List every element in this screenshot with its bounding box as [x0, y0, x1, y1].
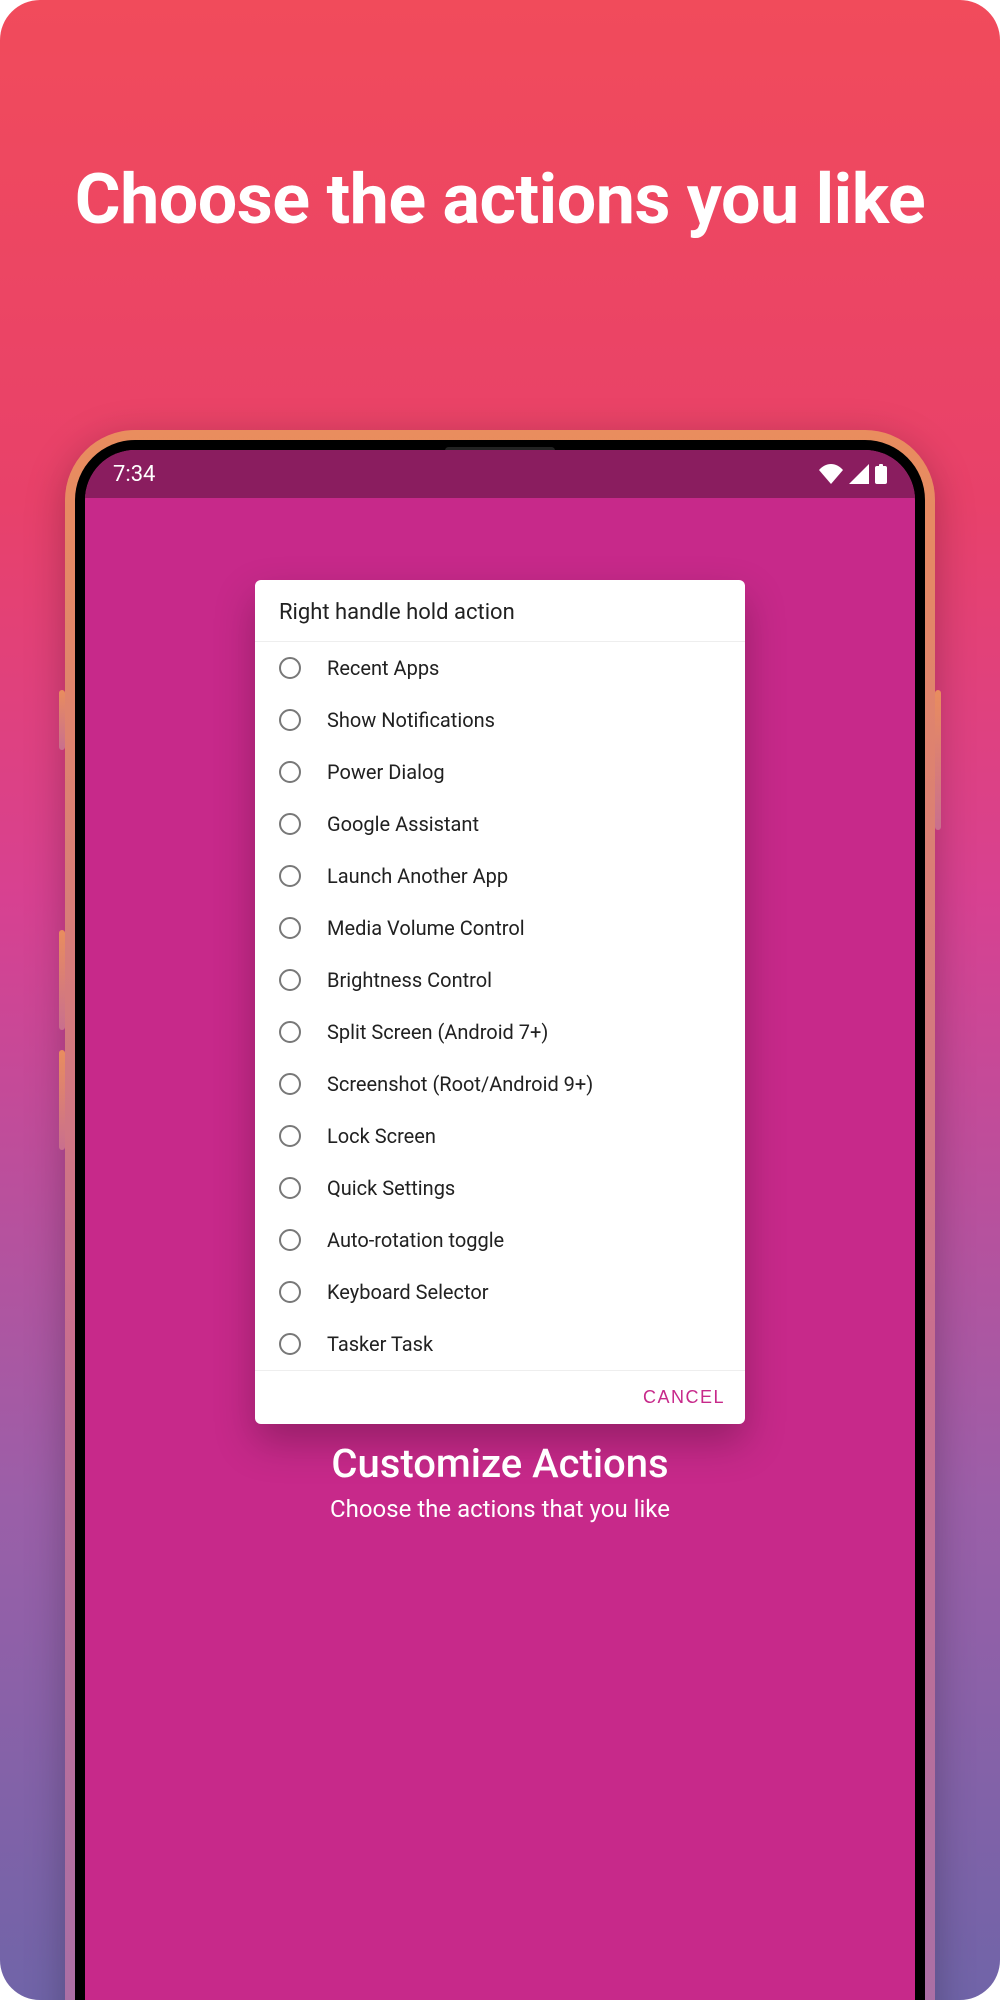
- option-label: Brightness Control: [327, 968, 492, 992]
- radio-icon: [279, 1177, 301, 1199]
- caption-title: Customize Actions: [85, 1440, 915, 1487]
- wifi-icon: [819, 464, 843, 484]
- radio-icon: [279, 1281, 301, 1303]
- option-label: Auto-rotation toggle: [327, 1228, 504, 1252]
- option-row[interactable]: Media Volume Control: [255, 902, 745, 954]
- option-label: Show Notifications: [327, 708, 495, 732]
- radio-icon: [279, 813, 301, 835]
- radio-icon: [279, 969, 301, 991]
- option-label: Google Assistant: [327, 812, 479, 836]
- radio-icon: [279, 1229, 301, 1251]
- option-label: Lock Screen: [327, 1124, 436, 1148]
- cell-signal-icon: [849, 464, 869, 484]
- radio-icon: [279, 761, 301, 783]
- phone-side-button: [935, 690, 941, 830]
- option-row[interactable]: Quick Settings: [255, 1162, 745, 1214]
- option-row[interactable]: Screenshot (Root/Android 9+): [255, 1058, 745, 1110]
- promo-page: Choose the actions you like 7:34: [0, 0, 1000, 2000]
- status-icons: [819, 464, 887, 484]
- status-bar: 7:34: [85, 450, 915, 498]
- option-label: Power Dialog: [327, 760, 445, 784]
- radio-icon: [279, 917, 301, 939]
- option-row[interactable]: Auto-rotation toggle: [255, 1214, 745, 1266]
- action-dialog: Right handle hold action Recent Apps Show…: [255, 580, 745, 1424]
- option-label: Tasker Task: [327, 1332, 433, 1356]
- option-row[interactable]: Power Dialog: [255, 746, 745, 798]
- radio-icon: [279, 709, 301, 731]
- option-label: Launch Another App: [327, 864, 508, 888]
- caption-subtitle: Choose the actions that you like: [85, 1495, 915, 1523]
- option-label: Split Screen (Android 7+): [327, 1020, 548, 1044]
- option-label: Quick Settings: [327, 1176, 455, 1200]
- option-row[interactable]: Tasker Task: [255, 1318, 745, 1370]
- options-list: Recent Apps Show Notifications Power Dialo…: [255, 642, 745, 1370]
- option-row[interactable]: Launch Another App: [255, 850, 745, 902]
- cancel-button[interactable]: CANCEL: [643, 1387, 725, 1408]
- option-row[interactable]: Lock Screen: [255, 1110, 745, 1162]
- option-row[interactable]: Split Screen (Android 7+): [255, 1006, 745, 1058]
- caption-block: Customize Actions Choose the actions tha…: [85, 1440, 915, 1523]
- radio-icon: [279, 1125, 301, 1147]
- option-label: Recent Apps: [327, 656, 439, 680]
- status-time: 7:34: [113, 462, 155, 487]
- phone-side-button: [59, 1050, 65, 1150]
- option-row[interactable]: Recent Apps: [255, 642, 745, 694]
- radio-icon: [279, 1073, 301, 1095]
- phone-side-button: [59, 930, 65, 1030]
- radio-icon: [279, 865, 301, 887]
- option-row[interactable]: Keyboard Selector: [255, 1266, 745, 1318]
- dialog-title: Right handle hold action: [255, 580, 745, 642]
- option-row[interactable]: Google Assistant: [255, 798, 745, 850]
- radio-icon: [279, 1021, 301, 1043]
- option-label: Keyboard Selector: [327, 1280, 489, 1304]
- radio-icon: [279, 657, 301, 679]
- option-label: Media Volume Control: [327, 916, 525, 940]
- phone-screen: 7:34 Right handle hold action Recent App…: [85, 450, 915, 2000]
- option-label: Screenshot (Root/Android 9+): [327, 1072, 593, 1096]
- battery-icon: [875, 464, 887, 484]
- page-headline: Choose the actions you like: [75, 160, 925, 241]
- option-row[interactable]: Brightness Control: [255, 954, 745, 1006]
- radio-icon: [279, 1333, 301, 1355]
- option-row[interactable]: Show Notifications: [255, 694, 745, 746]
- phone-side-button: [59, 690, 65, 750]
- phone-mockup: 7:34 Right handle hold action Recent App…: [65, 430, 935, 2000]
